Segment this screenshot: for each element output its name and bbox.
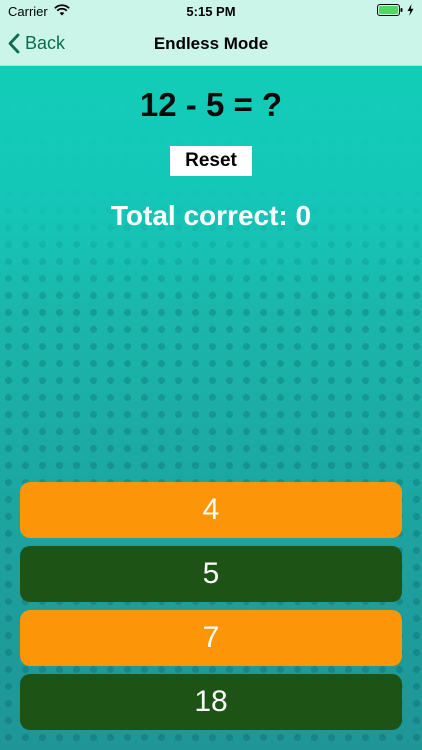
status-bar: Carrier 5:15 PM — [0, 0, 422, 22]
status-time: 5:15 PM — [186, 4, 236, 19]
navigation-bar: Back Endless Mode — [0, 22, 422, 66]
answer-button-4[interactable]: 18 — [20, 674, 402, 730]
answer-list: 4 5 7 18 — [20, 482, 402, 738]
battery-icon — [377, 4, 403, 19]
question-text: 12 - 5 = ? — [139, 86, 283, 123]
status-right-group — [377, 4, 414, 19]
page-title: Endless Mode — [153, 34, 269, 53]
total-correct-label: Total correct: 0 — [110, 200, 312, 231]
answer-button-2[interactable]: 5 — [20, 546, 402, 602]
reset-button[interactable]: Reset — [170, 146, 252, 176]
charging-bolt-icon — [407, 4, 414, 19]
answer-button-1[interactable]: 4 — [20, 482, 402, 538]
answer-button-3[interactable]: 7 — [20, 610, 402, 666]
